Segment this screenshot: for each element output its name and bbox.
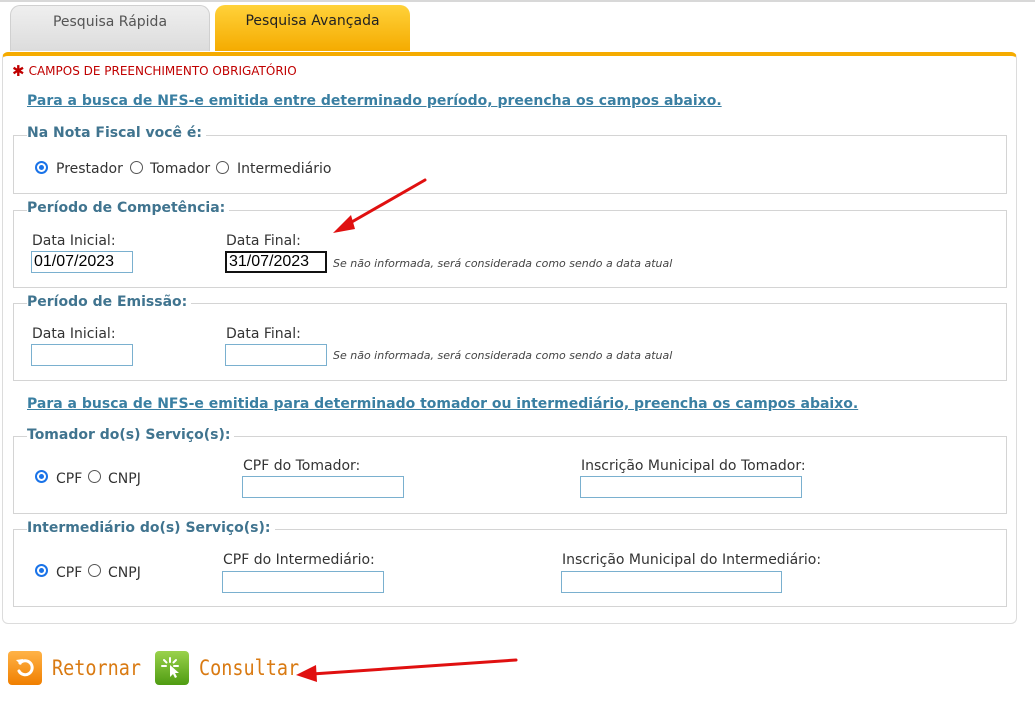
tomador-radio-cnpj[interactable]	[88, 470, 101, 483]
intermediario-radio-cnpj[interactable]	[88, 564, 101, 577]
competencia-fieldset	[13, 210, 1007, 288]
competencia-legend: Período de Competência:	[27, 200, 230, 216]
tomador-radio-cpf[interactable]	[35, 470, 48, 483]
radio-prestador-label[interactable]: Prestador	[56, 161, 123, 177]
competencia-start-input[interactable]	[31, 251, 133, 273]
tab-pesquisa-rapida[interactable]: Pesquisa Rápida	[10, 5, 210, 51]
asterisk-icon: ✱	[12, 62, 25, 80]
emissao-fieldset	[13, 303, 1007, 381]
intermediario-legend: Intermediário do(s) Serviço(s):	[27, 520, 275, 536]
competencia-end-label: Data Final:	[226, 233, 301, 249]
top-divider	[0, 0, 1035, 2]
annotation-arrow-icon	[296, 658, 518, 682]
competencia-end-input[interactable]	[225, 251, 327, 273]
emissao-start-label: Data Inicial:	[32, 326, 116, 342]
tomador-doc-label: CPF do Tomador:	[243, 458, 361, 474]
radio-tomador[interactable]	[130, 161, 143, 174]
tomador-doc-input[interactable]	[242, 476, 404, 498]
tomador-im-label: Inscrição Municipal do Tomador:	[581, 458, 806, 474]
required-note-text: CAMPOS DE PREENCHIMENTO OBRIGATÓRIO	[28, 64, 297, 78]
instruction-party: Para a busca de NFS-e emitida para deter…	[27, 396, 859, 412]
emissao-end-label: Data Final:	[226, 326, 301, 342]
intermediario-im-input[interactable]	[561, 571, 782, 593]
return-arrow-icon	[8, 651, 42, 685]
intermediario-im-label: Inscrição Municipal do Intermediário:	[562, 552, 822, 568]
intermediario-doc-label: CPF do Intermediário:	[223, 552, 375, 568]
radio-intermediario[interactable]	[216, 161, 229, 174]
emissao-end-input[interactable]	[225, 344, 327, 366]
role-legend: Na Nota Fiscal você é:	[27, 125, 207, 141]
tomador-radio-cnpj-label[interactable]: CNPJ	[108, 471, 141, 487]
intermediario-fieldset	[13, 529, 1007, 607]
cursor-click-icon	[155, 651, 189, 685]
emissao-legend: Período de Emissão:	[27, 294, 192, 310]
instruction-period: Para a busca de NFS-e emitida entre dete…	[27, 93, 722, 109]
emissao-start-input[interactable]	[31, 344, 133, 366]
required-note: ✱ CAMPOS DE PREENCHIMENTO OBRIGATÓRIO	[12, 62, 297, 80]
radio-prestador[interactable]	[35, 161, 48, 174]
annotation-arrow-icon	[333, 178, 427, 233]
competencia-start-label: Data Inicial:	[32, 233, 116, 249]
tab-pesquisa-avancada[interactable]: Pesquisa Avançada	[215, 5, 410, 51]
radio-intermediario-label[interactable]: Intermediário	[237, 161, 331, 177]
tomador-legend: Tomador do(s) Serviço(s):	[27, 427, 235, 443]
back-button[interactable]: Retornar	[8, 648, 153, 688]
search-button-label: Consultar	[199, 656, 300, 680]
tomador-radio-cpf-label[interactable]: CPF	[56, 471, 82, 487]
emissao-hint: Se não informada, será considerada como …	[333, 349, 673, 362]
radio-tomador-label[interactable]: Tomador	[150, 161, 210, 177]
back-button-label: Retornar	[52, 656, 142, 680]
intermediario-radio-cnpj-label[interactable]: CNPJ	[108, 565, 141, 581]
tomador-fieldset	[13, 436, 1007, 514]
intermediario-doc-input[interactable]	[222, 571, 384, 593]
intermediario-radio-cpf[interactable]	[35, 564, 48, 577]
competencia-hint: Se não informada, será considerada como …	[333, 257, 673, 270]
intermediario-radio-cpf-label[interactable]: CPF	[56, 565, 82, 581]
tomador-im-input[interactable]	[580, 476, 802, 498]
